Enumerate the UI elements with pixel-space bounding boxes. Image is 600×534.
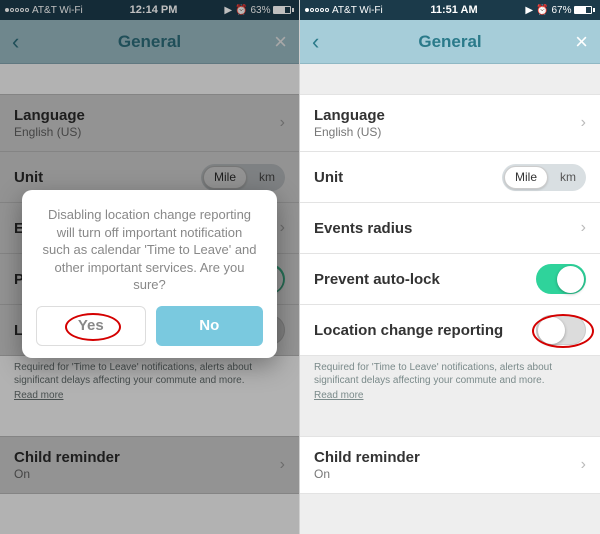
row-label: Location change reporting [314,322,503,339]
row-unit: Unit Mile km [300,151,600,203]
clock-label: 11:51 AM [430,4,477,16]
dialog-no-label: No [199,317,219,334]
unit-option-km[interactable]: km [550,164,586,191]
unit-option-mile[interactable]: Mile [504,166,548,189]
row-label: Unit [314,169,343,186]
chevron-right-icon: › [581,219,586,237]
toggle-prevent-autolock[interactable] [536,264,586,294]
dialog-no-button[interactable]: No [156,306,264,346]
row-label: Events radius [314,220,412,237]
dialog-yes-label: Yes [78,317,104,334]
row-prevent-autolock: Prevent auto-lock [300,253,600,305]
battery-icon [574,6,595,14]
battery-percent: 67% [551,5,571,16]
row-value: English (US) [314,125,385,139]
row-label: Prevent auto-lock [314,271,440,288]
back-button[interactable]: ‹ [312,29,332,55]
close-button[interactable]: × [568,29,588,55]
dialog-message: Disabling location change reporting will… [36,206,263,306]
phone-left: AT&T Wi-Fi 12:14 PM ▶ ⏰ 63% ‹ General × … [0,0,300,534]
settings-list: Language English (US) › Unit Mile km Eve… [300,94,600,494]
chevron-right-icon: › [581,456,586,474]
alarm-icon: ▶ [525,5,533,16]
dialog-yes-button[interactable]: Yes [36,306,146,346]
helper-body: Required for 'Time to Leave' notificatio… [314,362,552,386]
row-events-radius[interactable]: Events radius › [300,202,600,254]
alarm-icon: ⏰ [536,5,548,16]
phone-right: AT&T Wi-Fi 11:51 AM ▶ ⏰ 67% ‹ General × … [300,0,600,534]
toggle-location-reporting[interactable] [536,315,586,345]
row-child-reminder[interactable]: Child reminder On › [300,436,600,494]
row-location-reporting: Location change reporting [300,304,600,356]
helper-text: Required for 'Time to Leave' notificatio… [300,355,600,412]
read-more-link[interactable]: Read more [314,389,363,402]
header: ‹ General × [300,20,600,64]
row-language[interactable]: Language English (US) › [300,94,600,152]
confirm-dialog: Disabling location change reporting will… [22,190,277,358]
status-bar: AT&T Wi-Fi 11:51 AM ▶ ⏰ 67% [300,0,600,20]
row-label: Language [314,107,385,124]
unit-segmented-control[interactable]: Mile km [502,164,586,191]
row-value: On [314,467,420,481]
chevron-right-icon: › [581,114,586,132]
row-label: Child reminder [314,449,420,466]
page-title: General [332,32,568,52]
carrier-label: AT&T Wi-Fi [332,5,383,16]
